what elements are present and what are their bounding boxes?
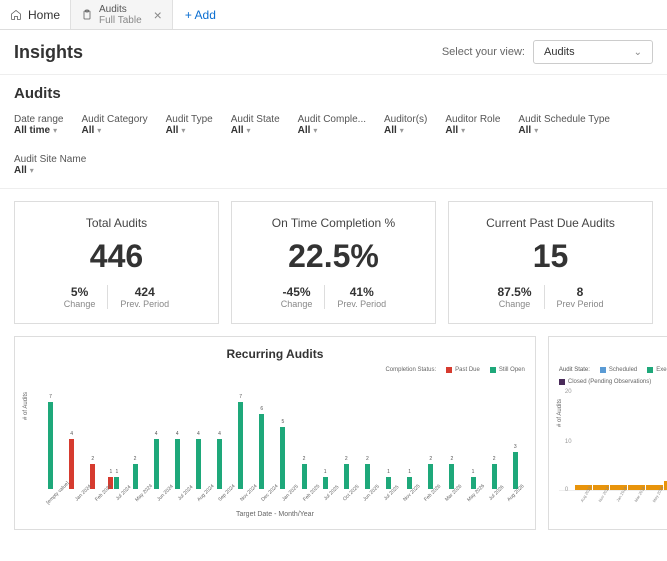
filter-audit-state[interactable]: Audit StateAll ▾	[231, 114, 280, 136]
bar[interactable]: 1	[323, 477, 328, 490]
bar[interactable]: 2	[365, 464, 370, 489]
filter-audit-category[interactable]: Audit CategoryAll ▾	[81, 114, 147, 136]
chevron-down-icon: ▾	[313, 126, 317, 135]
bar[interactable]: 7	[238, 402, 243, 490]
tab-audits-title: Audits	[99, 4, 142, 15]
bar-group: 7	[41, 402, 60, 490]
bar[interactable]: 3	[513, 452, 518, 490]
tab-home-label: Home	[28, 8, 60, 22]
bar[interactable]: 2	[344, 464, 349, 489]
legend-item[interactable]: Closed (Pending Observations)	[559, 379, 651, 385]
chevron-down-icon: ▾	[30, 166, 34, 175]
clipboard-icon	[81, 9, 93, 21]
kpi-cards: Total Audits 446 5%Change 424Prev. Perio…	[0, 189, 667, 336]
y-axis-label: # of Audits	[557, 398, 563, 426]
chart-legend: Audit State:ScheduledExecutionAwaiting A…	[559, 367, 667, 385]
filter-audit-schedule-type[interactable]: Audit Schedule TypeAll ▾	[518, 114, 610, 136]
legend-item[interactable]: Execution	[647, 367, 667, 373]
kpi-value: 446	[25, 238, 208, 275]
legend-item[interactable]: Past Due	[446, 367, 480, 373]
chevron-down-icon: ▾	[461, 126, 465, 135]
y-axis-label: # of Audits	[23, 392, 29, 420]
bar[interactable]: 2	[133, 464, 138, 489]
bar[interactable]: 1	[407, 477, 412, 490]
view-selector-label: Select your view:	[442, 46, 525, 58]
kpi-title: Current Past Due Audits	[459, 216, 642, 230]
bar[interactable]: 4	[196, 439, 201, 489]
filter-auditor-s-[interactable]: Auditor(s)All ▾	[384, 114, 427, 136]
chevron-down-icon: ▾	[247, 126, 251, 135]
bar[interactable]: 1	[114, 477, 119, 490]
tab-audits-subtitle: Full Table	[99, 15, 142, 26]
chart-plot: # of Audits 742112444476521221122123	[25, 379, 525, 489]
bar[interactable]: 4	[217, 439, 222, 489]
chart-plot: # of Audits 20 10 0	[559, 391, 667, 491]
filter-auditor-role[interactable]: Auditor RoleAll ▾	[445, 114, 500, 136]
charts-row: Recurring Audits Completion Status:Past …	[0, 336, 667, 544]
kpi-card: Total Audits 446 5%Change 424Prev. Perio…	[14, 201, 219, 324]
view-selector-dropdown[interactable]: Audits ⌄	[533, 40, 653, 64]
page-title: Insights	[14, 42, 83, 63]
tab-audits[interactable]: Audits Full Table ×	[71, 0, 173, 29]
bar-group: 4	[147, 439, 166, 489]
bar-group: 4	[168, 439, 187, 489]
x-axis-title: Target Date - Month/Year	[25, 511, 525, 518]
bar-group: 6	[252, 414, 271, 489]
filter-audit-site-name[interactable]: Audit Site NameAll ▾	[14, 154, 86, 176]
kpi-value: 22.5%	[242, 238, 425, 275]
view-selector-value: Audits	[544, 46, 575, 58]
home-icon	[10, 9, 22, 21]
chevron-down-icon: ▾	[97, 126, 101, 135]
bar[interactable]: 4	[175, 439, 180, 489]
chevron-down-icon: ▾	[181, 126, 185, 135]
kpi-card: Current Past Due Audits 15 87.5%Change 8…	[448, 201, 653, 324]
bar-group: 4	[189, 439, 208, 489]
chevron-down-icon: ⌄	[634, 47, 642, 58]
bar[interactable]: 2	[492, 464, 497, 489]
section-title: Audits	[0, 75, 667, 108]
filters-bar: Date rangeAll time ▾ Audit CategoryAll ▾ A…	[0, 108, 667, 189]
filter-audit-comple-[interactable]: Audit Comple...All ▾	[298, 114, 366, 136]
kpi-value: 15	[459, 238, 642, 275]
bar[interactable]: 1	[471, 477, 476, 490]
bar[interactable]: 7	[48, 402, 53, 490]
chevron-down-icon: ▾	[534, 126, 538, 135]
bar-group: 5	[273, 427, 292, 490]
bar[interactable]: 1	[386, 477, 391, 490]
bar[interactable]: 5	[280, 427, 285, 490]
legend-item[interactable]: Still Open	[490, 367, 525, 373]
x-axis-labels: Aug 2013Nov 2013Jan 2014Mar 2014May 2014…	[559, 493, 667, 498]
chart-recurring-audits: Recurring Audits Completion Status:Past …	[14, 336, 536, 530]
kpi-title: Total Audits	[25, 216, 208, 230]
kpi-card: On Time Completion % 22.5% -45%Change 41…	[231, 201, 436, 324]
insights-header: Insights Select your view: Audits ⌄	[0, 30, 667, 75]
chevron-down-icon: ▾	[53, 126, 57, 135]
bar[interactable]: 2	[302, 464, 307, 489]
close-icon[interactable]: ×	[154, 7, 162, 23]
legend-item[interactable]: Scheduled	[600, 367, 637, 373]
kpi-title: On Time Completion %	[242, 216, 425, 230]
bar-group: 4	[210, 439, 229, 489]
bar[interactable]: 2	[449, 464, 454, 489]
filter-audit-type[interactable]: Audit TypeAll ▾	[166, 114, 213, 136]
x-axis-labels: [empty value]Jan 2024Feb 2024Jul 2024May…	[25, 491, 525, 497]
tabs-bar: Home Audits Full Table × + Add	[0, 0, 667, 30]
bar[interactable]: 4	[154, 439, 159, 489]
bar[interactable]: 4	[69, 439, 74, 489]
chart-title: Recurring Audits	[25, 347, 525, 361]
bar[interactable]: 2	[428, 464, 433, 489]
x-axis-title: Audit Date - Month/Year	[559, 512, 667, 519]
chevron-down-icon: ▾	[400, 126, 404, 135]
tab-home[interactable]: Home	[0, 0, 71, 29]
bar-group: 7	[231, 402, 250, 490]
chart-legend: Completion Status:Past DueStill Open	[25, 367, 525, 373]
chart-adhoc-audits: Ad Hoc/One-Time Audits Audit State:Sched…	[548, 336, 667, 530]
add-tab-button[interactable]: + Add	[173, 8, 228, 22]
filter-date-range[interactable]: Date rangeAll time ▾	[14, 114, 63, 136]
chart-title: Ad Hoc/One-Time Audits	[559, 347, 667, 361]
bar[interactable]: 6	[259, 414, 264, 489]
